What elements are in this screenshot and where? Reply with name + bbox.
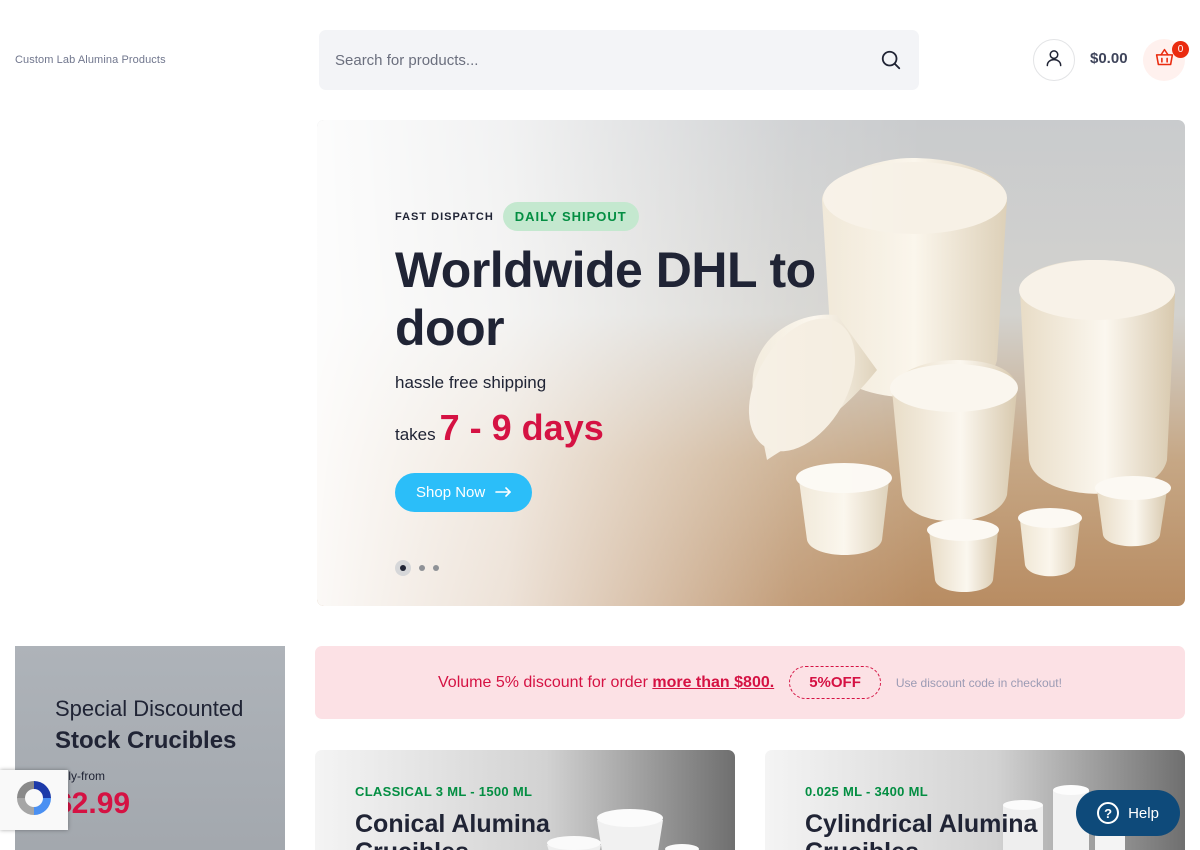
discount-text-prefix: Volume 5% discount for order [438, 673, 648, 691]
hero-delivery-time: takes 7 - 9 days [395, 407, 835, 449]
site-logo[interactable]: Custom Lab Alumina Products [15, 54, 166, 66]
recaptcha-badge[interactable] [0, 770, 68, 830]
slider-dot-3[interactable] [433, 565, 439, 571]
hero-content: FAST DISPATCH DAILY SHIPOUT Worldwide DH… [395, 202, 835, 512]
hero-takes-label: takes [395, 425, 436, 444]
help-button[interactable]: ? Help [1076, 790, 1180, 836]
hero-takes-value: 7 - 9 days [439, 407, 604, 448]
slider-dot-2[interactable] [419, 565, 425, 571]
hero-eyebrow-text: FAST DISPATCH [395, 210, 494, 223]
help-label: Help [1128, 804, 1159, 822]
discount-text: Volume 5% discount for order more than $… [438, 674, 774, 692]
card-eyebrow: CLASSICAL 3 ML - 1500 ML [355, 784, 533, 799]
cart-total[interactable]: $0.00 [1090, 50, 1128, 67]
cart-count-badge: 0 [1172, 41, 1189, 58]
slider-dot-1[interactable] [395, 560, 411, 576]
hero-title: Worldwide DHL to door [395, 242, 816, 356]
promo-line-2: Stock Crucibles [55, 727, 237, 754]
user-icon [1044, 48, 1064, 73]
recaptcha-icon [13, 777, 55, 824]
discount-hint: Use discount code in checkout! [895, 675, 1062, 690]
account-button[interactable] [1033, 39, 1075, 81]
card-eyebrow: 0.025 ML - 3400 ML [805, 784, 928, 799]
search-icon[interactable] [879, 48, 903, 72]
shop-now-label: Shop Now [416, 484, 486, 501]
card-title: Cylindrical Alumina Crucibles [805, 810, 1038, 850]
shop-now-button[interactable]: Shop Now [395, 473, 533, 512]
question-icon: ? [1097, 802, 1120, 824]
slider-dots [395, 560, 439, 576]
page: Custom Lab Alumina Products $0.00 0 [0, 0, 1200, 850]
search-bar [319, 30, 919, 90]
arrow-right-icon [495, 484, 512, 501]
discount-text-strong[interactable]: more than $800. [652, 674, 774, 691]
hero-slider: FAST DISPATCH DAILY SHIPOUT Worldwide DH… [317, 120, 1185, 606]
card-title: Conical Alumina Crucibles [355, 810, 550, 850]
category-card-conical[interactable]: CLASSICAL 3 ML - 1500 ML Conical Alumina… [315, 750, 735, 850]
promo-line-1: Special Discounted [55, 696, 244, 721]
discount-code: 5%OFF [789, 666, 881, 699]
search-input[interactable] [335, 51, 879, 69]
discount-banner: Volume 5% discount for order more than $… [315, 646, 1185, 719]
hero-eyebrow: FAST DISPATCH DAILY SHIPOUT [395, 202, 835, 231]
hero-subtitle: hassle free shipping [395, 373, 547, 392]
hero-badge: DAILY SHIPOUT [502, 202, 639, 231]
